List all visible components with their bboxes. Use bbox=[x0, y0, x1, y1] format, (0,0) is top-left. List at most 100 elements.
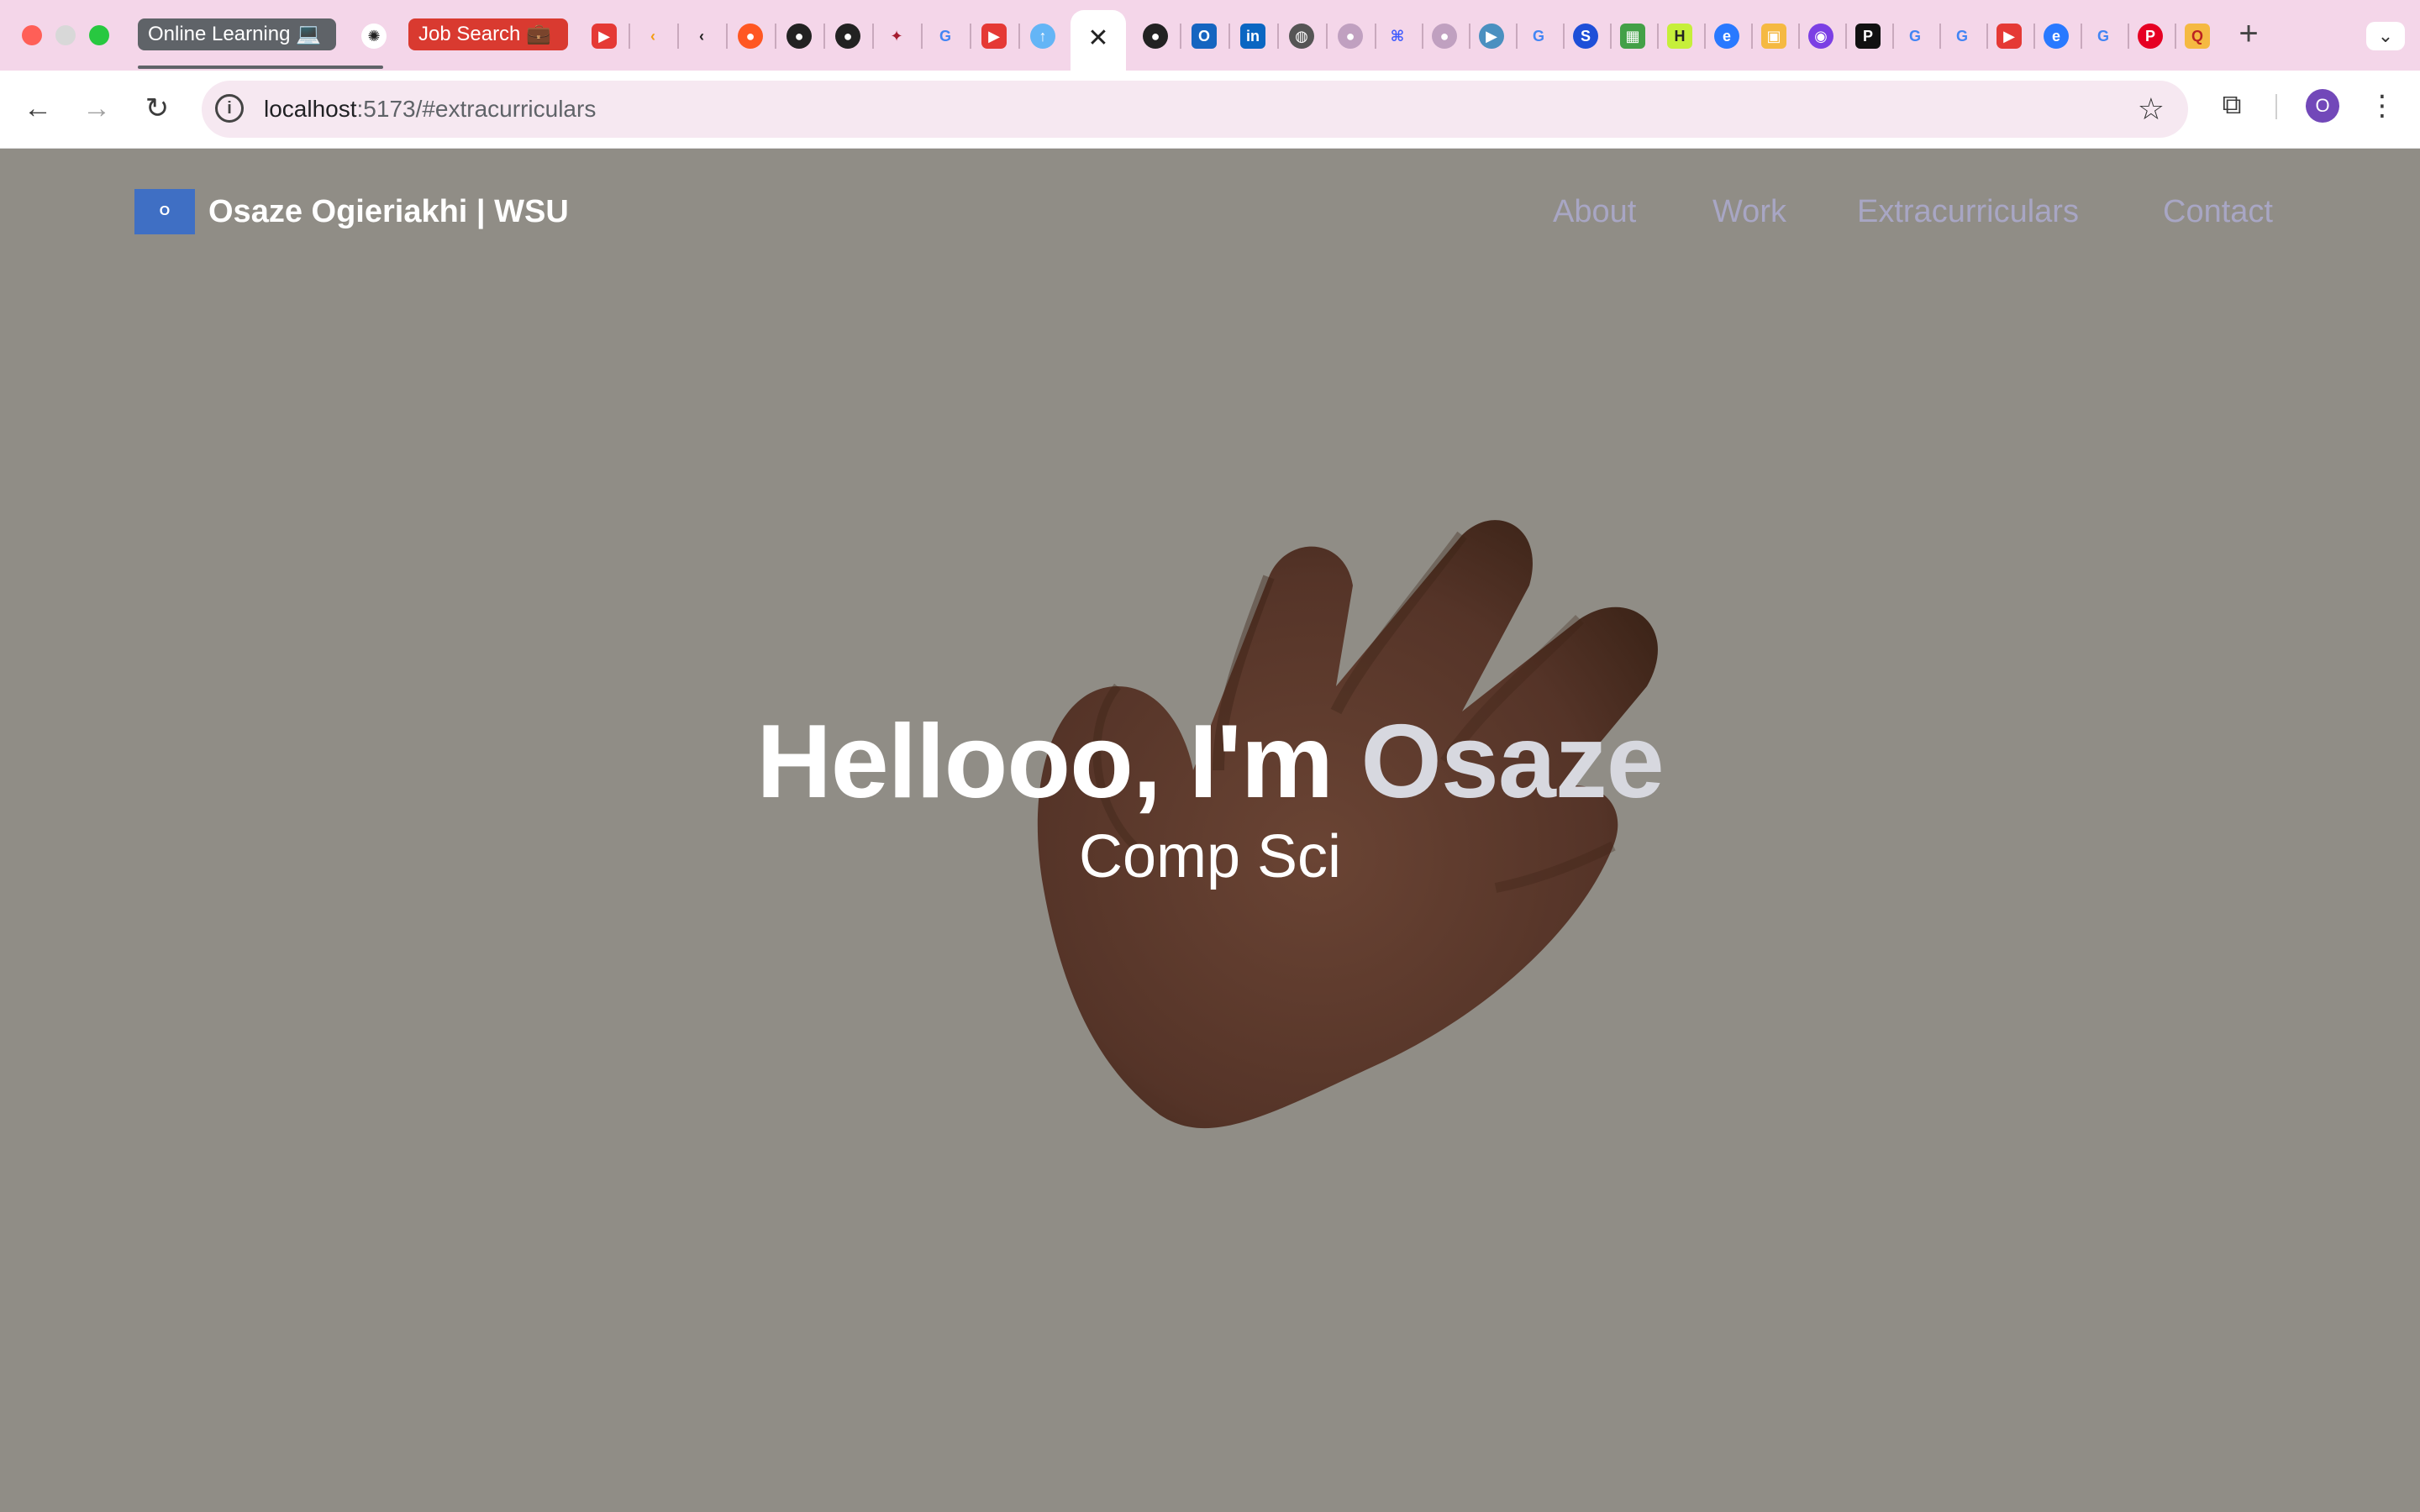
google-icon[interactable]: G bbox=[2091, 24, 2116, 49]
tab-separator bbox=[1375, 24, 1376, 49]
reddit-icon[interactable]: ● bbox=[738, 24, 763, 49]
toolbar-divider bbox=[2275, 94, 2277, 119]
tab-group-online-learning[interactable]: Online Learning 💻 bbox=[138, 18, 336, 50]
chatgpt-icon[interactable]: ✺ bbox=[361, 24, 387, 49]
tab-separator bbox=[1892, 24, 1894, 49]
profile-avatar[interactable]: O bbox=[2306, 89, 2339, 123]
hackathon-icon[interactable]: H bbox=[1667, 24, 1692, 49]
reload-icon[interactable]: ↻ bbox=[138, 89, 176, 128]
tab-separator bbox=[1704, 24, 1706, 49]
bookmark-star-icon[interactable]: ☆ bbox=[2138, 92, 2165, 126]
close-icon[interactable]: ✕ bbox=[1071, 24, 1126, 53]
linkedin-icon[interactable]: in bbox=[1240, 24, 1265, 49]
tab-separator bbox=[2033, 24, 2035, 49]
nav-link-contact[interactable]: Contact bbox=[2163, 189, 2273, 234]
wsu-icon[interactable]: ✦ bbox=[884, 24, 909, 49]
extensions-puzzle-icon[interactable]: ⧉ bbox=[2215, 87, 2249, 121]
app-icon[interactable]: ⌘ bbox=[1385, 24, 1410, 49]
active-tab[interactable]: ✕ bbox=[1071, 10, 1126, 71]
address-path: :5173/#extracurriculars bbox=[356, 96, 597, 122]
app-icon[interactable]: ▦ bbox=[1620, 24, 1645, 49]
tab-separator bbox=[1845, 24, 1847, 49]
google-icon[interactable]: G bbox=[1902, 24, 1928, 49]
upload-icon[interactable]: ↑ bbox=[1030, 24, 1055, 49]
outlook-icon[interactable]: O bbox=[1192, 24, 1217, 49]
page-content: O Osaze Ogieriakhi | WSU About Work Extr… bbox=[0, 149, 2420, 1512]
tab-separator bbox=[1751, 24, 1753, 49]
github-icon[interactable]: ● bbox=[1432, 24, 1457, 49]
tab-separator bbox=[970, 24, 971, 49]
tab-separator bbox=[2081, 24, 2082, 49]
search-icon[interactable]: Q bbox=[2185, 24, 2210, 49]
tab-separator bbox=[2175, 24, 2176, 49]
tab-separator bbox=[1516, 24, 1518, 49]
tab-separator bbox=[1228, 24, 1230, 49]
tab-separator bbox=[1422, 24, 1423, 49]
youtube-icon[interactable]: ▶ bbox=[592, 24, 617, 49]
tab-separator bbox=[1563, 24, 1565, 49]
new-tab-button[interactable]: + bbox=[2232, 15, 2265, 52]
window-minimize-button[interactable] bbox=[55, 25, 76, 45]
tab-separator bbox=[2128, 24, 2129, 49]
hero-title-greeting: Hellooo, I'm bbox=[756, 704, 1361, 820]
browser-menu-icon[interactable]: ⋮ bbox=[2368, 87, 2396, 124]
tab-search-button[interactable]: ⌄ bbox=[2366, 22, 2405, 50]
tab-separator bbox=[1939, 24, 1941, 49]
window-maximize-button[interactable] bbox=[89, 25, 109, 45]
play-icon[interactable]: ▶ bbox=[1479, 24, 1504, 49]
leetcode-icon[interactable]: ‹ bbox=[689, 24, 714, 49]
site-info-icon[interactable]: i bbox=[215, 94, 244, 123]
youtube-icon[interactable]: ▶ bbox=[981, 24, 1007, 49]
tab-separator bbox=[1326, 24, 1328, 49]
google-icon[interactable]: G bbox=[1526, 24, 1551, 49]
forward-arrow-icon[interactable]: → bbox=[77, 89, 116, 128]
tab-group-job-search[interactable]: Job Search 💼 bbox=[408, 18, 568, 50]
tab-separator bbox=[1018, 24, 1020, 49]
nav-link-work[interactable]: Work bbox=[1712, 189, 1786, 234]
address-host: localhost bbox=[264, 96, 357, 122]
browser-window: Online Learning 💻 ✺ Job Search 💼 ▶ ‹ ‹ ●… bbox=[0, 0, 2420, 1512]
pinterest-icon[interactable]: P bbox=[2138, 24, 2163, 49]
tab-separator bbox=[1986, 24, 1988, 49]
hero-title-name: Osaze bbox=[1360, 704, 1664, 820]
app-icon[interactable]: ▣ bbox=[1761, 24, 1786, 49]
address-bar[interactable]: i localhost:5173/#extracurriculars ☆ bbox=[202, 81, 2188, 138]
tab-separator bbox=[1798, 24, 1800, 49]
browser-toolbar: ← → ↻ i localhost:5173/#extracurriculars… bbox=[0, 71, 2420, 149]
tab-separator bbox=[921, 24, 923, 49]
app-icon[interactable]: ◉ bbox=[1808, 24, 1833, 49]
site-brand[interactable]: Osaze Ogieriakhi | WSU bbox=[208, 189, 569, 234]
edge-icon[interactable]: e bbox=[1714, 24, 1739, 49]
window-close-button[interactable] bbox=[22, 25, 42, 45]
tab-strip: Online Learning 💻 ✺ Job Search 💼 ▶ ‹ ‹ ●… bbox=[0, 0, 2420, 71]
github-icon[interactable]: ● bbox=[1338, 24, 1363, 49]
nav-link-about[interactable]: About bbox=[1553, 189, 1636, 234]
app-icon[interactable]: P bbox=[1855, 24, 1881, 49]
google-icon[interactable]: G bbox=[933, 24, 958, 49]
github-icon[interactable]: ● bbox=[835, 24, 860, 49]
app-icon[interactable]: S bbox=[1573, 24, 1598, 49]
edge-icon[interactable]: e bbox=[2044, 24, 2069, 49]
globe-icon[interactable]: ◍ bbox=[1289, 24, 1314, 49]
tab-separator bbox=[677, 24, 679, 49]
address-text[interactable]: localhost:5173/#extracurriculars bbox=[264, 81, 596, 138]
youtube-icon[interactable]: ▶ bbox=[1996, 24, 2022, 49]
tab-separator bbox=[823, 24, 825, 49]
tab-separator bbox=[1610, 24, 1612, 49]
tab-separator bbox=[629, 24, 630, 49]
hero-title: Hellooo, I'm Osaze bbox=[0, 703, 2420, 821]
tab-separator bbox=[1469, 24, 1470, 49]
leetcode-icon[interactable]: ‹ bbox=[640, 24, 666, 49]
tab-separator bbox=[1277, 24, 1279, 49]
back-arrow-icon[interactable]: ← bbox=[18, 89, 57, 128]
nav-link-extracurriculars[interactable]: Extracurriculars bbox=[1857, 189, 2079, 234]
github-icon[interactable]: ● bbox=[1143, 24, 1168, 49]
tab-group-underline bbox=[138, 66, 383, 69]
tab-separator bbox=[775, 24, 776, 49]
site-logo[interactable]: O bbox=[134, 189, 195, 234]
tab-separator bbox=[726, 24, 728, 49]
hero-subtitle: Comp Sci bbox=[1078, 823, 1342, 890]
google-icon[interactable]: G bbox=[1949, 24, 1975, 49]
github-icon[interactable]: ● bbox=[786, 24, 812, 49]
site-header: O Osaze Ogieriakhi | WSU About Work Extr… bbox=[0, 149, 2420, 275]
